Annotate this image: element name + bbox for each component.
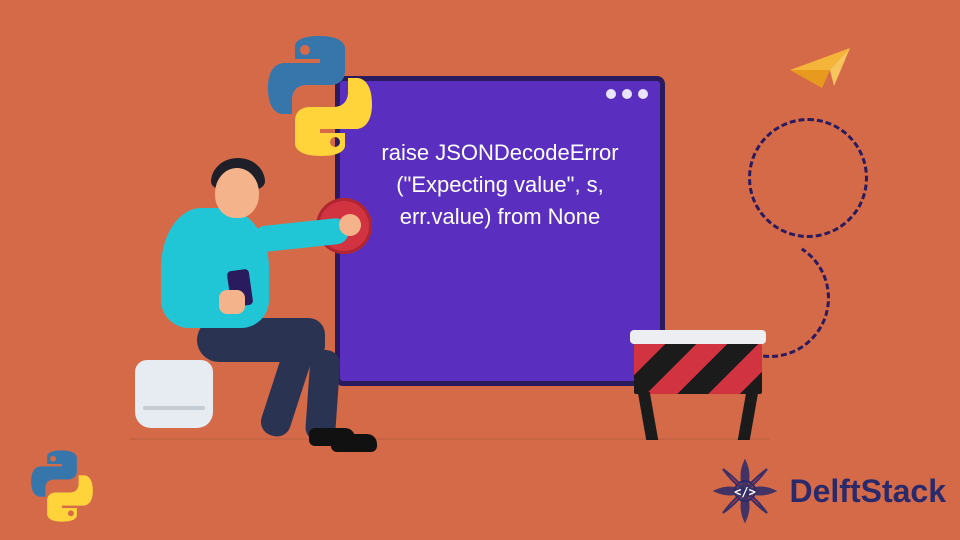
paper-plane-icon — [790, 48, 850, 92]
hazard-barrier-icon — [630, 330, 766, 440]
barrier-top — [630, 330, 766, 344]
error-window: raise JSONDecodeError ("Expecting value"… — [335, 76, 665, 386]
error-text: raise JSONDecodeError ("Expecting value"… — [340, 107, 660, 263]
window-titlebar — [340, 81, 660, 107]
head — [215, 168, 259, 218]
person-illustration — [135, 150, 355, 450]
window-dot-icon — [606, 89, 616, 99]
hand — [219, 290, 245, 314]
thumbnail-canvas: raise JSONDecodeError ("Expecting value"… — [0, 0, 960, 540]
svg-text:</>: </> — [734, 485, 756, 499]
shoe — [331, 434, 377, 452]
arm — [252, 217, 350, 253]
python-logo-icon — [256, 32, 384, 160]
window-dot-icon — [638, 89, 648, 99]
ground-line — [130, 438, 770, 440]
hand — [339, 214, 361, 236]
window-dot-icon — [622, 89, 632, 99]
barrier-leg — [738, 392, 758, 440]
seat — [135, 360, 213, 428]
python-logo-icon — [24, 448, 100, 524]
barrier-stripes — [634, 344, 762, 394]
mandala-icon: </> — [710, 456, 780, 526]
dashed-path-circle — [748, 118, 868, 238]
brand-name: DelftStack — [790, 473, 947, 510]
barrier-leg — [638, 392, 658, 440]
brand-logo: </> DelftStack — [710, 456, 947, 526]
